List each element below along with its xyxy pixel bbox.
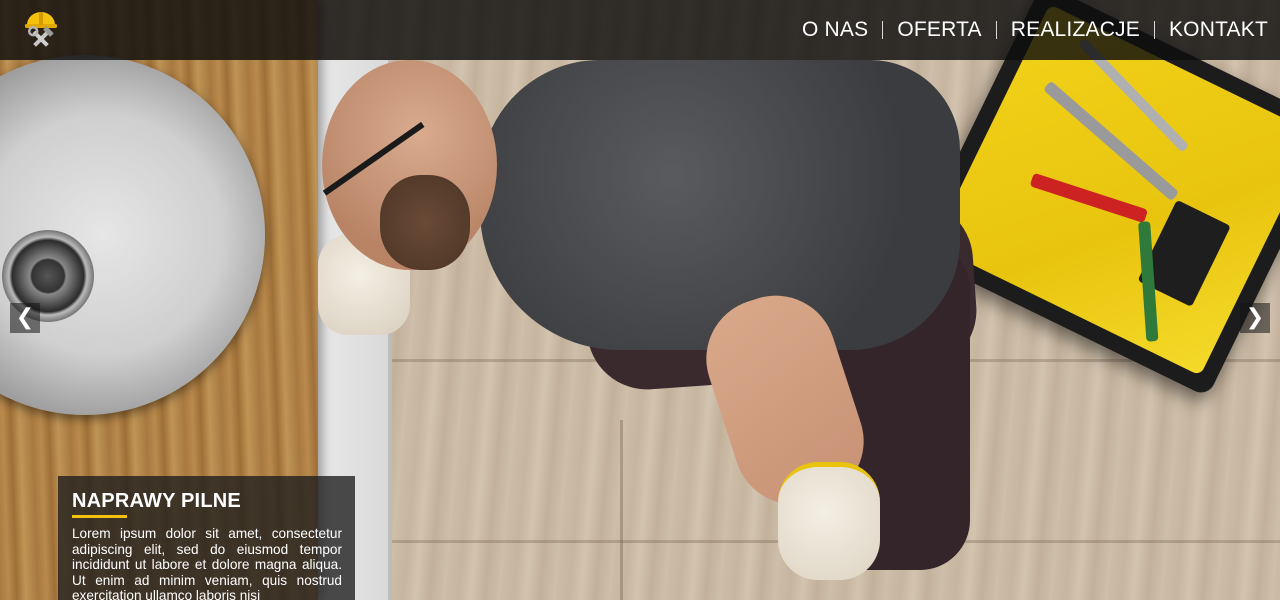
main-nav: O NAS OFERTA REALIZACJE KONTAKT	[788, 0, 1268, 60]
carousel-next-button[interactable]: ❯	[1240, 303, 1270, 333]
worker-torso	[480, 60, 960, 350]
slide-caption-panel: NAPRAWY PILNE Lorem ipsum dolor sit amet…	[58, 476, 355, 600]
site-logo[interactable]	[20, 4, 62, 52]
plumber-helmet-tools-icon	[25, 12, 57, 47]
nav-item-o-nas[interactable]: O NAS	[788, 18, 882, 42]
tool	[1029, 172, 1149, 224]
carousel-prev-button[interactable]: ❮	[10, 303, 40, 333]
floor-seam	[620, 420, 623, 600]
title-underline	[72, 515, 127, 518]
slide-caption-text: Lorem ipsum dolor sit amet, consectetur …	[72, 526, 342, 600]
nav-item-kontakt[interactable]: KONTAKT	[1155, 18, 1268, 42]
work-glove	[778, 462, 880, 580]
nav-item-oferta[interactable]: OFERTA	[883, 18, 995, 42]
nav-item-realizacje[interactable]: REALIZACJE	[997, 18, 1154, 42]
slide-caption-title-text: NAPRAWY PILNE	[72, 490, 241, 512]
slide-caption-title: NAPRAWY PILNE	[72, 490, 241, 518]
top-navbar: O NAS OFERTA REALIZACJE KONTAKT	[0, 0, 1280, 60]
